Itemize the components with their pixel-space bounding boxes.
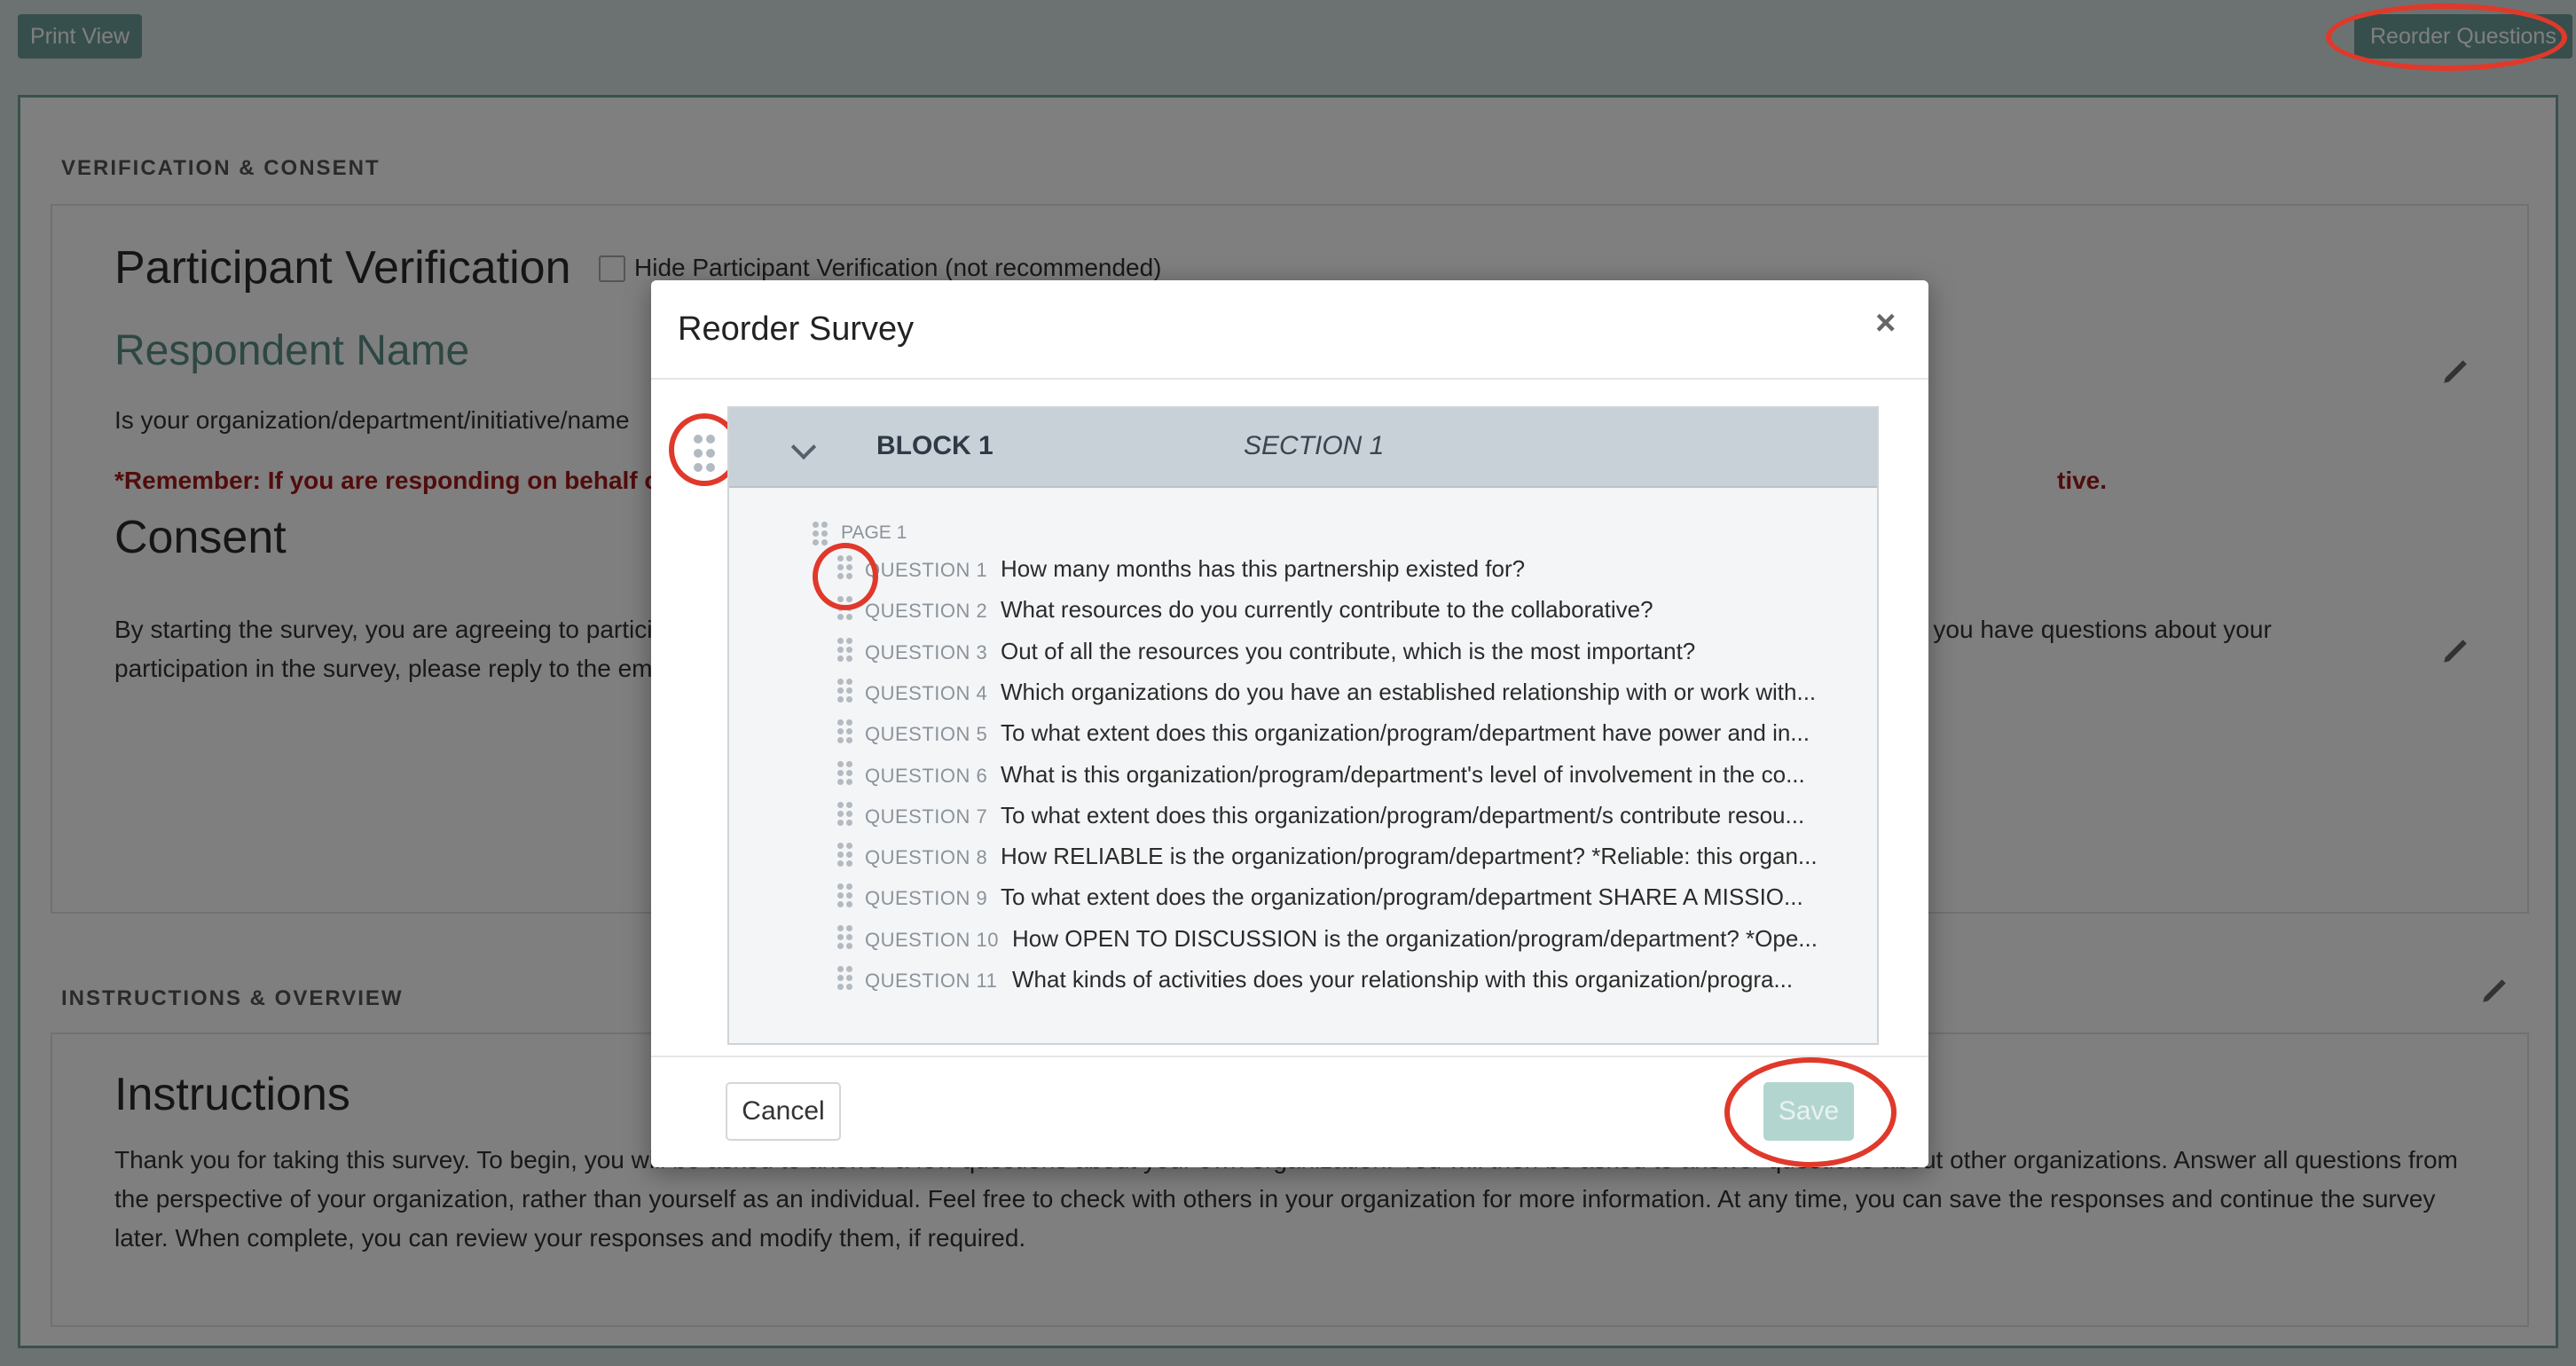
question-drag-handle-icon[interactable]	[837, 638, 855, 664]
cancel-button[interactable]: Cancel	[726, 1082, 841, 1141]
question-number: QUESTION 8	[865, 846, 988, 868]
highlight-ring	[813, 543, 878, 610]
question-row[interactable]: QUESTION 11 What kinds of activities does…	[0, 966, 2576, 1005]
question-number: QUESTION 5	[865, 723, 988, 745]
question-text: How OPEN TO DISCUSSION is the organizati…	[1012, 925, 1818, 952]
section-name: SECTION 1	[1244, 431, 1385, 460]
page-drag-handle-icon[interactable]	[813, 522, 830, 548]
question-number: QUESTION 7	[865, 805, 988, 828]
question-row[interactable]: QUESTION 2 What resources do you currentl…	[0, 596, 2576, 635]
modal-title: Reorder Survey	[678, 310, 915, 348]
question-text: To what extent does this organization/pr…	[1001, 802, 1805, 828]
question-text: How RELIABLE is the organization/program…	[1001, 843, 1818, 869]
question-drag-handle-icon[interactable]	[837, 925, 855, 952]
question-text: What resources do you currently contribu…	[1001, 596, 1653, 623]
question-row[interactable]: QUESTION 7 To what extent does this organ…	[0, 802, 2576, 841]
question-number: QUESTION 3	[865, 641, 988, 663]
question-number: QUESTION 11	[865, 970, 998, 992]
question-drag-handle-icon[interactable]	[837, 802, 855, 828]
question-row[interactable]: QUESTION 4 Which organizations do you hav…	[0, 679, 2576, 718]
question-drag-handle-icon[interactable]	[837, 761, 855, 788]
divider	[651, 1056, 1928, 1057]
question-number: QUESTION 4	[865, 682, 988, 704]
question-number: QUESTION 6	[865, 765, 988, 787]
question-row[interactable]: QUESTION 10 How OPEN TO DISCUSSION is the…	[0, 925, 2576, 964]
question-row[interactable]: QUESTION 5 To what extent does this organ…	[0, 719, 2576, 758]
question-text: How many months has this partnership exi…	[1001, 555, 1526, 582]
question-row[interactable]: QUESTION 9 To what extent does the organi…	[0, 883, 2576, 922]
question-drag-handle-icon[interactable]	[837, 883, 855, 910]
question-text: Out of all the resources you contribute,…	[1001, 638, 1696, 664]
question-text: What kinds of activities does your relat…	[1012, 966, 1794, 993]
question-row[interactable]: QUESTION 6 What is this organization/prog…	[0, 761, 2576, 800]
block-name: BLOCK 1	[876, 431, 993, 460]
question-text: Which organizations do you have an estab…	[1001, 679, 1817, 705]
question-drag-handle-icon[interactable]	[837, 966, 855, 993]
highlight-ring	[2326, 4, 2567, 71]
question-row[interactable]: QUESTION 1 How many months has this partn…	[0, 555, 2576, 594]
divider	[651, 378, 1928, 380]
question-drag-handle-icon[interactable]	[837, 679, 855, 705]
question-row[interactable]: QUESTION 8 How RELIABLE is the organizati…	[0, 843, 2576, 882]
question-number: QUESTION 10	[865, 929, 999, 951]
question-row[interactable]: QUESTION 3 Out of all the resources you c…	[0, 638, 2576, 677]
chevron-down-icon[interactable]	[790, 434, 817, 460]
question-number: QUESTION 2	[865, 600, 988, 622]
highlight-ring	[1724, 1057, 1897, 1167]
question-text: To what extent does this organization/pr…	[1001, 719, 1810, 746]
question-number: QUESTION 1	[865, 559, 988, 581]
close-icon[interactable]: ×	[1875, 305, 1896, 341]
block-header[interactable]: BLOCK 1 SECTION 1	[729, 408, 1877, 488]
question-drag-handle-icon[interactable]	[837, 843, 855, 869]
question-text: What is this organization/program/depart…	[1001, 761, 1805, 788]
question-drag-handle-icon[interactable]	[837, 719, 855, 746]
page-label: PAGE 1	[841, 522, 907, 543]
question-text: To what extent does the organization/pro…	[1001, 883, 1803, 910]
question-number: QUESTION 9	[865, 887, 988, 909]
